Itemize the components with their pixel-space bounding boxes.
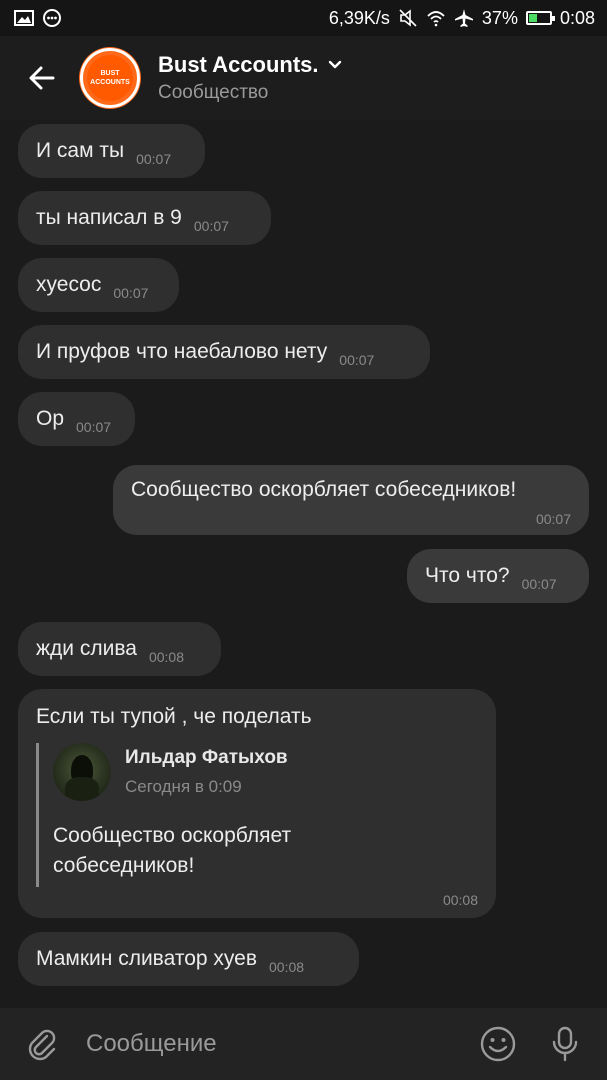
clock: 0:08: [559, 7, 595, 28]
battery-percent: 37%: [481, 7, 518, 28]
message-text: Если ты тупой , че поделать: [36, 705, 312, 728]
message-time: 00:07: [193, 218, 229, 234]
message-time: 00:07: [339, 352, 375, 368]
microphone-icon: [552, 1026, 578, 1062]
battery-icon: [525, 11, 555, 25]
chat-title: Bust Accounts.: [158, 52, 319, 77]
quoted-author-avatar[interactable]: [53, 743, 111, 801]
message-list[interactable]: И сам ты 00:07 ты написал в 9 00:07 хуес…: [0, 120, 607, 1008]
message-bubble-outgoing[interactable]: Что что? 00:07: [407, 549, 589, 603]
message-time: 00:07: [136, 151, 172, 167]
message-time: 00:07: [113, 285, 149, 301]
gallery-icon: [14, 10, 34, 26]
wifi-icon: [427, 11, 445, 27]
battery-level: [528, 14, 537, 22]
avatar-text-line1: BUST: [100, 70, 120, 77]
message-bubble[interactable]: И пруфов что наебалово нету 00:07: [18, 325, 430, 379]
message-text: ты написал в 9: [36, 206, 182, 229]
status-bar: 6,39K/s 37% 0:08: [0, 0, 607, 36]
message-bubble[interactable]: И сам ты 00:07: [18, 124, 205, 178]
quoted-text: Сообщество оскорбляет собеседников!: [53, 824, 292, 877]
quoted-message[interactable]: Ильдар Фатыхов Сегодня в 0:09 Сообщество…: [36, 743, 478, 887]
network-speed: 6,39K/s: [328, 7, 390, 28]
voice-button[interactable]: [543, 1022, 587, 1066]
message-bubble[interactable]: хуесос 00:07: [18, 258, 179, 312]
message-text: И сам ты: [36, 139, 125, 162]
messenger-icon: [43, 9, 61, 27]
message-time: 00:07: [76, 419, 112, 435]
message-time: 00:08: [148, 649, 184, 665]
quoted-date: Сегодня в 0:09: [125, 777, 242, 796]
quoted-author-name[interactable]: Ильдар Фатыхов: [125, 747, 288, 769]
chat-title-block[interactable]: Bust Accounts. Сообщество: [158, 52, 343, 104]
chat-header: BUST ACCOUNTS Bust Accounts. Сообщество: [0, 36, 607, 120]
status-left: [14, 8, 62, 28]
smiley-icon: [480, 1026, 516, 1062]
message-text: Что что?: [425, 564, 510, 587]
airplane-icon: [454, 9, 473, 27]
emoji-button[interactable]: [476, 1022, 520, 1066]
message-text: Ор: [36, 407, 65, 430]
message-text: Сообщество оскорбляет собеседников!: [131, 478, 517, 501]
message-time: 00:08: [269, 959, 305, 975]
message-bubble-with-quote[interactable]: Если ты тупой , че поделать Ильдар Фатых…: [18, 689, 496, 918]
back-button[interactable]: [20, 56, 64, 100]
avatar-text-line2: ACCOUNTS: [90, 79, 130, 86]
message-bubble[interactable]: Ор 00:07: [18, 392, 135, 446]
avatar-logo: BUST ACCOUNTS: [87, 55, 133, 101]
back-arrow-icon: [29, 66, 55, 90]
message-bubble[interactable]: жди слива 00:08: [18, 622, 221, 676]
message-bubble[interactable]: ты написал в 9 00:07: [18, 191, 271, 245]
mute-icon: [399, 9, 417, 27]
message-text: жди слива: [36, 637, 137, 660]
chevron-down-icon: [328, 60, 341, 69]
message-text: Мамкин сливатор хуев: [36, 947, 257, 970]
community-avatar[interactable]: BUST ACCOUNTS: [80, 48, 140, 108]
message-bubble[interactable]: Мамкин сливатор хуев 00:08: [18, 932, 359, 986]
status-right: 6,39K/s 37% 0:08: [329, 8, 595, 29]
chat-subtitle: Сообщество: [158, 82, 269, 103]
message-time: 00:08: [442, 892, 478, 908]
paperclip-icon: [28, 1029, 56, 1061]
message-time: 00:07: [521, 576, 557, 592]
composer-bar: [0, 1008, 607, 1080]
message-text: хуесос: [36, 273, 102, 296]
attach-button[interactable]: [20, 1022, 64, 1066]
message-text: И пруфов что наебалово нету: [36, 340, 328, 363]
message-time: 00:07: [535, 511, 571, 527]
message-input[interactable]: [86, 1030, 446, 1058]
message-bubble-outgoing[interactable]: Сообщество оскорбляет собеседников! 00:0…: [113, 465, 589, 535]
